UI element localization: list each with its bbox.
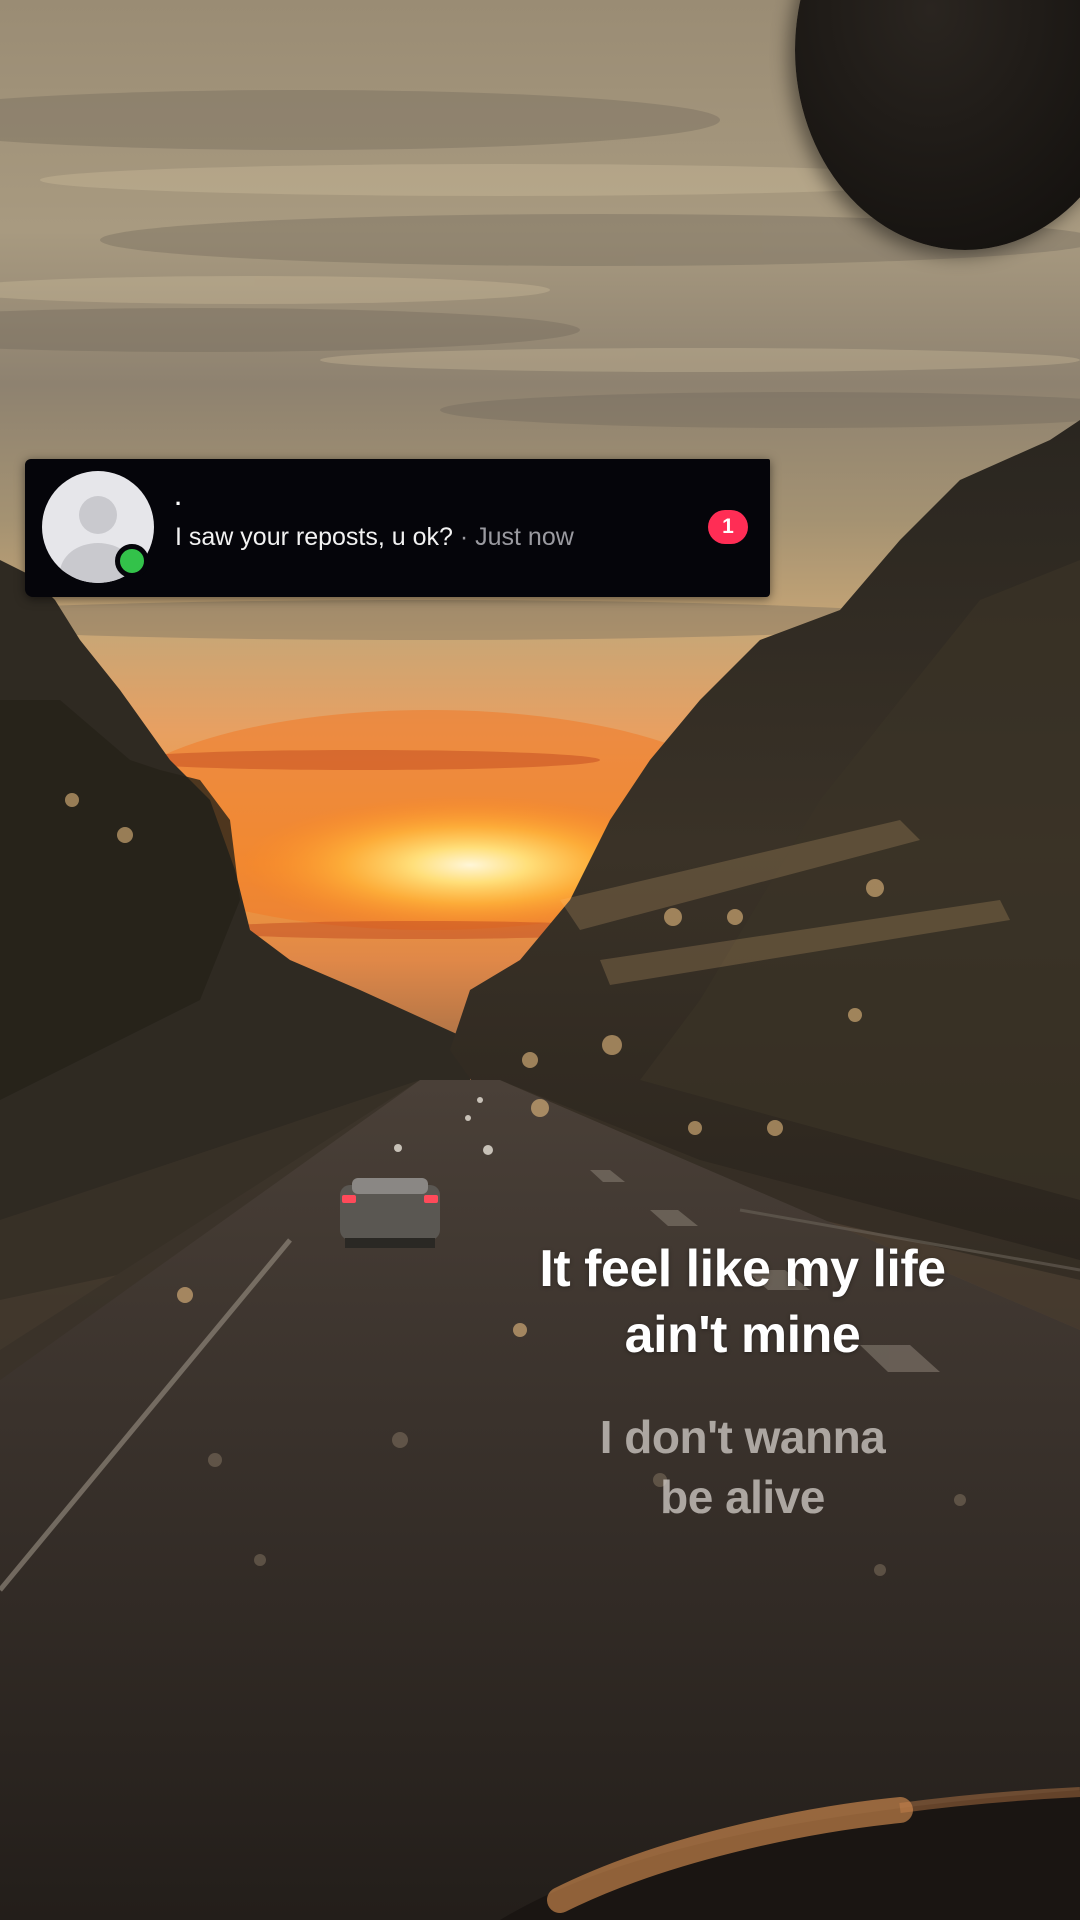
lyrics-next-line-1: I don't wanna — [599, 1411, 886, 1463]
online-status-dot-icon — [115, 544, 149, 578]
unread-count-badge: 1 — [708, 510, 748, 544]
lyrics-current-line: It feel like my life ain't mine — [440, 1236, 1045, 1368]
notification-message: I saw your reposts, u ok? — [175, 523, 453, 551]
notification-sender: . — [175, 485, 182, 510]
lyrics-next-line-2: be alive — [660, 1471, 825, 1523]
lyrics-current-line-1: It feel like my life — [539, 1240, 946, 1298]
notification-separator: · — [452, 523, 476, 551]
message-notification[interactable]: . I saw your reposts, u ok? · Just now 1 — [25, 459, 770, 597]
lyrics-next-line: I don't wanna be alive — [440, 1407, 1045, 1527]
notification-message-line: I saw your reposts, u ok? · Just now — [175, 522, 574, 552]
lyrics-current-line-2: ain't mine — [624, 1306, 861, 1364]
avatar-head — [79, 496, 117, 534]
sunset-road-photo — [0, 0, 1080, 1920]
story-scene: . I saw your reposts, u ok? · Just now 1… — [0, 0, 1080, 1920]
notification-time: Just now — [475, 523, 574, 551]
